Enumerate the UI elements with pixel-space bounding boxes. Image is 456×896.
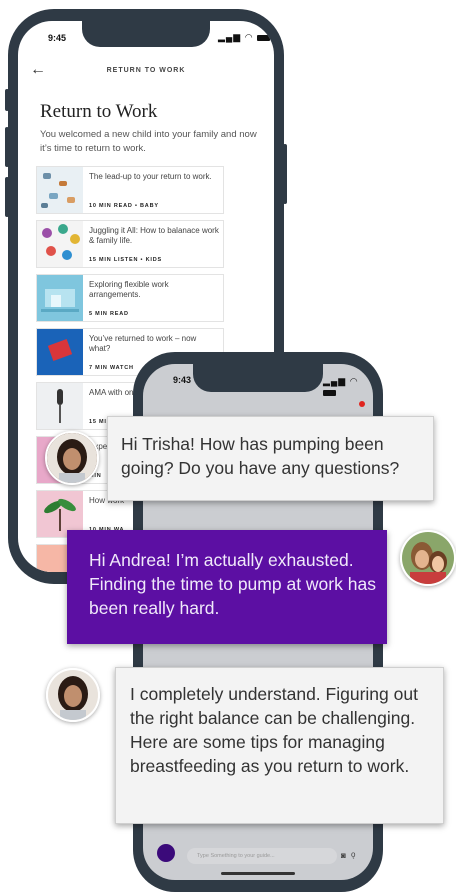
camera-icon[interactable]: ◙ [341,851,346,860]
user-avatar-dot[interactable] [157,844,175,862]
battery-icon [257,34,271,41]
guide-avatar [46,668,100,722]
status-icons: ▂▄▆ ◠ [323,376,373,397]
guide-message-text: I completely understand. Figuring out th… [130,684,418,776]
guide-avatar-image [48,670,98,720]
mute-switch [5,89,9,111]
wifi-icon: ◠ [244,32,254,42]
mic-icon[interactable]: ǫ [351,850,355,859]
status-icons: ▂▄▆ ◠ [218,32,271,43]
nav-title: RETURN TO WORK [106,67,186,74]
page-title: Return to Work [40,101,158,122]
desk-illustration [41,289,79,312]
card-title: You’ve returned to work – now what? [89,334,197,353]
card-title: Exploring flexible work arrangements. [89,280,169,299]
message-input[interactable]: Type Something to your guide... [187,848,337,864]
pills-illustration [41,173,75,208]
microphone-illustration [57,389,63,423]
user-avatar-image [402,532,454,584]
status-time: 9:43 [173,375,192,385]
user-avatar [400,530,456,586]
battery-icon [323,389,336,396]
card-thumbnail [37,221,83,267]
card-thumbnail [37,275,83,321]
page-subtitle: You welcomed a new child into your famil… [40,129,257,154]
notch [193,364,323,392]
guide-message-text: Hi Trisha! How has pumping been going? D… [121,434,400,478]
guide-message-bubble: I completely understand. Figuring out th… [115,667,444,824]
volume-up-button [5,127,9,167]
card-title: The lead-up to your return to work. [89,172,212,181]
card-thumbnail [37,167,83,213]
signal-icon: ▂▄▆ [218,32,242,42]
guide-message-bubble: Hi Trisha! How has pumping been going? D… [107,416,434,501]
blocks-illustration [42,224,80,260]
card-title: Juggling it All: How to balanace work & … [89,226,219,245]
article-card[interactable]: Exploring flexible work arrangements. 5 … [36,274,224,322]
card-meta: 15 MIN LISTEN • KIDS [89,257,162,263]
notch [82,21,210,47]
volume-down-button [5,177,9,217]
guide-avatar-image [47,433,97,483]
user-message-bubble: Hi Andrea! I’m actually exhausted. Findi… [67,530,387,644]
wifi-icon: ◠ [349,376,359,386]
article-card[interactable]: Juggling it All: How to balanace work & … [36,220,224,268]
card-meta: 5 MIN READ [89,311,129,317]
signal-icon: ▂▄▆ [323,376,347,386]
card-meta: 7 MIN WATCH [89,365,134,371]
user-message-text: Hi Andrea! I’m actually exhausted. Findi… [89,550,376,618]
article-card[interactable]: The lead-up to your return to work. 10 M… [36,166,224,214]
status-time: 9:45 [48,33,67,43]
home-indicator [221,872,295,875]
card-thumbnail [37,329,83,375]
book-illustration [47,339,73,361]
guide-avatar [45,431,99,485]
card-thumbnail [37,383,83,429]
power-button [283,144,287,204]
notification-dot [359,401,365,407]
card-meta: 10 MIN READ • BABY [89,203,159,209]
